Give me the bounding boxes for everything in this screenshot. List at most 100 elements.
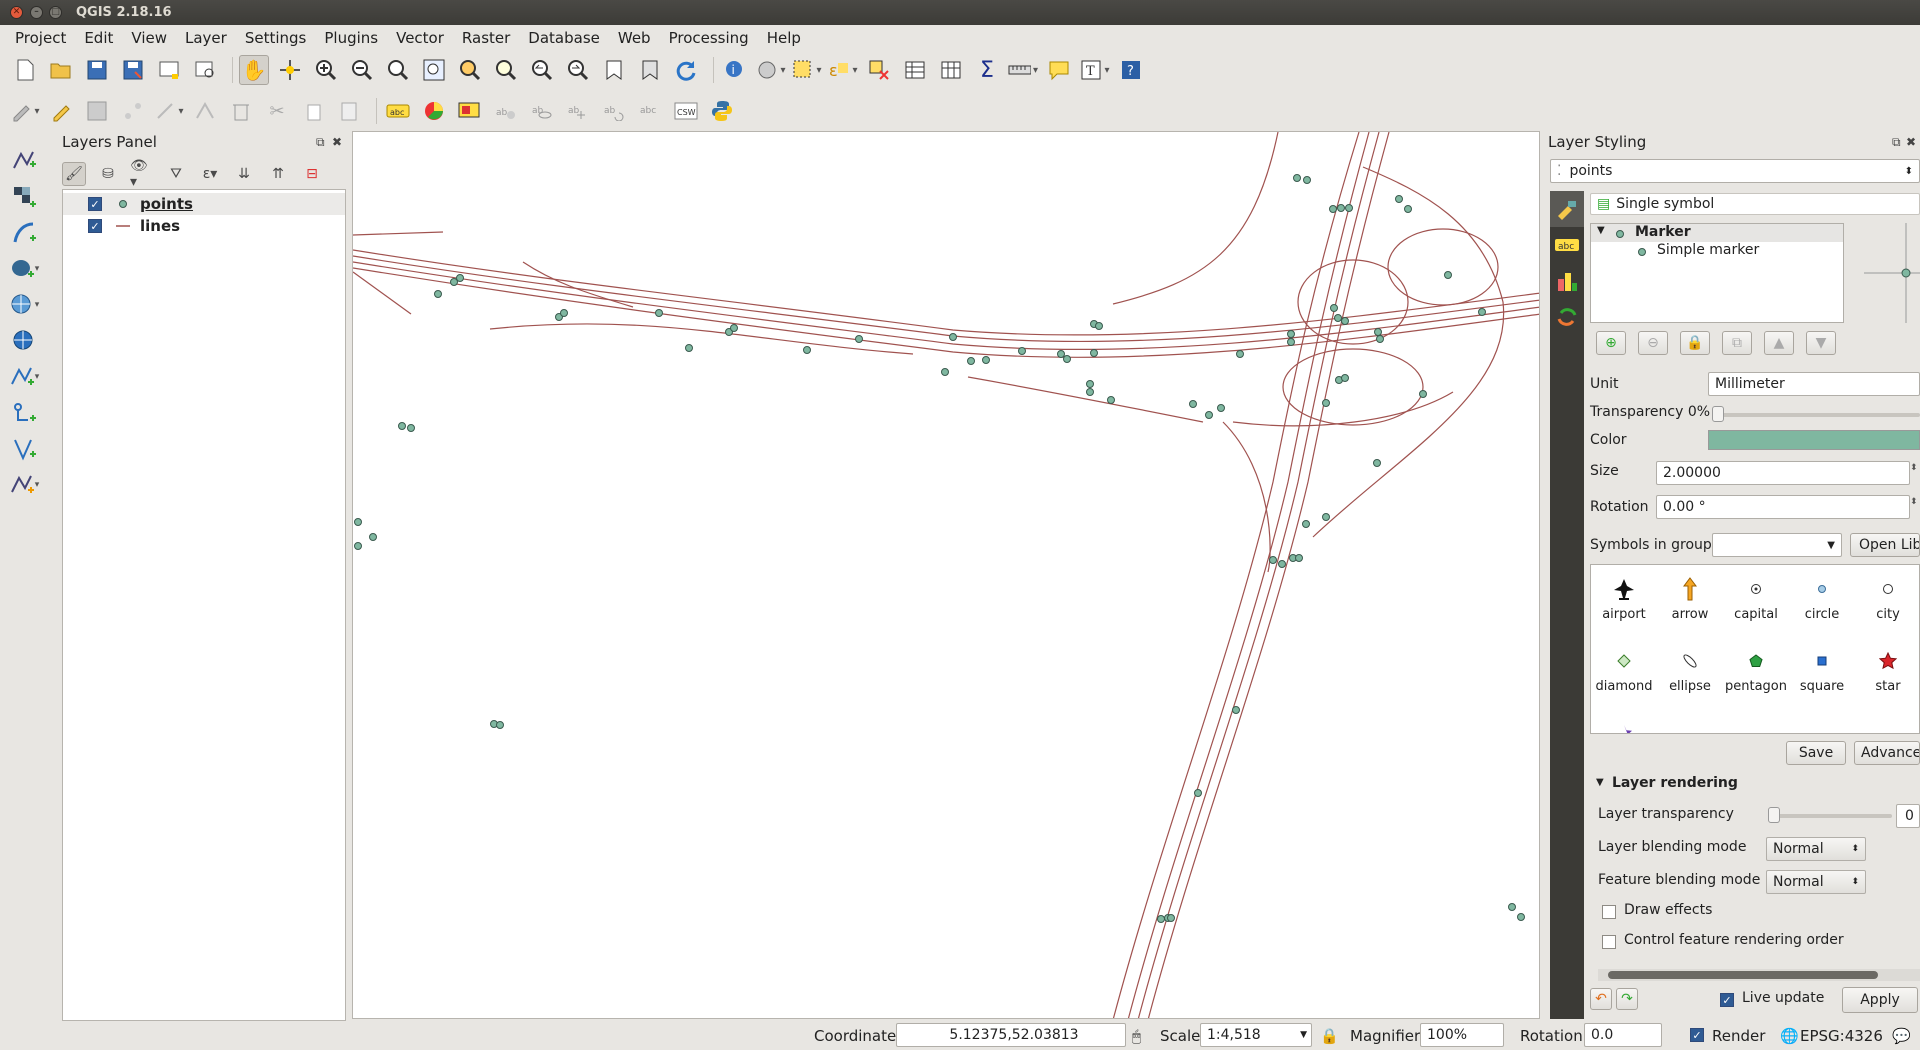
select-by-expression-icon[interactable]: ε ▾: [828, 55, 858, 85]
field-calculator-icon[interactable]: [936, 55, 966, 85]
layer-item-lines[interactable]: ✓ lines: [63, 215, 345, 237]
history-tab-icon[interactable]: [1550, 299, 1584, 335]
collapse-all-icon[interactable]: ⇈: [266, 162, 290, 186]
identify-features-icon[interactable]: i: [720, 55, 750, 85]
add-group-icon[interactable]: ⛁: [96, 162, 120, 186]
add-delimited-text-icon[interactable]: [6, 398, 42, 428]
add-postgis-layer-icon[interactable]: ▾: [6, 254, 42, 284]
menu-database[interactable]: Database: [519, 29, 609, 47]
layer-rendering-section[interactable]: ▼ Layer rendering: [1590, 775, 1920, 795]
remove-layer-icon[interactable]: ⊟: [300, 162, 324, 186]
panel-close-icon[interactable]: ✖: [332, 135, 342, 149]
magnifier-spinbox[interactable]: 100%: [1420, 1023, 1504, 1047]
tree-row-simple-marker[interactable]: Simple marker: [1591, 242, 1843, 260]
statistical-summary-icon[interactable]: Σ: [972, 55, 1002, 85]
delete-selected-icon[interactable]: [226, 96, 256, 126]
map-tips-icon[interactable]: [1044, 55, 1074, 85]
add-spatialite-layer-icon[interactable]: [6, 218, 42, 248]
symbology-tab-icon[interactable]: [1550, 191, 1584, 227]
rotation-spinbox[interactable]: 0.00 °: [1656, 495, 1910, 519]
layer-visibility-checkbox[interactable]: ✓: [88, 197, 102, 211]
open-library-button[interactable]: Open Lib: [1850, 533, 1920, 557]
toggle-extents-icon[interactable]: 🖱: [1132, 1027, 1141, 1045]
draw-effects-checkbox[interactable]: [1602, 905, 1616, 919]
menu-web[interactable]: Web: [609, 29, 660, 47]
change-label-icon[interactable]: abc: [635, 96, 665, 126]
node-tool-icon[interactable]: [190, 96, 220, 126]
show-bookmarks-icon[interactable]: [635, 55, 665, 85]
feature-blending-select[interactable]: Normal ⬍: [1766, 870, 1866, 894]
filter-by-expression-icon[interactable]: ε▾: [198, 162, 222, 186]
text-annotation-icon[interactable]: T ▾: [1080, 55, 1110, 85]
new-print-composer-icon[interactable]: [154, 55, 184, 85]
pan-to-selection-icon[interactable]: [275, 55, 305, 85]
current-edits-icon[interactable]: ▾: [10, 96, 40, 126]
add-raster-layer-icon[interactable]: [6, 182, 42, 212]
map-canvas[interactable]: [352, 131, 1540, 1019]
menu-edit[interactable]: Edit: [75, 29, 122, 47]
zoom-last-icon[interactable]: [527, 55, 557, 85]
save-as-icon[interactable]: [118, 55, 148, 85]
add-wcs-layer-icon[interactable]: [6, 326, 42, 356]
symbol-arrow[interactable]: arrow: [1657, 571, 1723, 643]
labels-tab-icon[interactable]: abc: [1550, 227, 1584, 263]
move-down-icon[interactable]: ▼: [1806, 331, 1836, 355]
horizontal-scrollbar[interactable]: [1598, 969, 1920, 981]
symbol-star[interactable]: star: [1855, 643, 1919, 715]
add-wfs-layer-icon[interactable]: ▾: [6, 362, 42, 392]
duplicate-layer-icon[interactable]: ⧉: [1722, 331, 1752, 355]
diagrams-tab-icon[interactable]: [1550, 263, 1584, 299]
symbol-capital[interactable]: capital: [1723, 571, 1789, 643]
move-label-icon[interactable]: ab: [563, 96, 593, 126]
paste-features-icon[interactable]: [334, 96, 364, 126]
show-hide-labels-icon[interactable]: ab: [527, 96, 557, 126]
layer-transparency-handle[interactable]: [1768, 807, 1780, 823]
spin-arrows-icon[interactable]: ⬍: [1910, 463, 1918, 473]
pan-map-icon[interactable]: ✋: [239, 55, 269, 85]
layer-transparency-spinbox[interactable]: 0: [1896, 804, 1920, 828]
save-symbol-button[interactable]: Save: [1786, 741, 1846, 765]
save-project-icon[interactable]: [82, 55, 112, 85]
menu-help[interactable]: Help: [758, 29, 810, 47]
rotation-spinbox[interactable]: 0.0: [1584, 1023, 1662, 1047]
symbol-square[interactable]: square: [1789, 643, 1855, 715]
menu-layer[interactable]: Layer: [176, 29, 236, 47]
filter-legend-icon[interactable]: ⛛: [164, 162, 188, 186]
layer-labeling-icon[interactable]: abc: [383, 96, 413, 126]
crs-label[interactable]: EPSG:4326: [1800, 1027, 1883, 1045]
lock-scale-icon[interactable]: 🔒: [1320, 1027, 1339, 1045]
save-layer-edits-icon[interactable]: [82, 96, 112, 126]
crs-globe-icon[interactable]: 🌐: [1780, 1027, 1799, 1045]
select-features-icon[interactable]: ▾: [792, 55, 822, 85]
zoom-native-icon[interactable]: [383, 55, 413, 85]
panel-float-icon[interactable]: ⧉: [1892, 135, 1901, 150]
menu-settings[interactable]: Settings: [236, 29, 316, 47]
window-maximize-icon[interactable]: □: [49, 6, 62, 19]
panel-close-icon[interactable]: ✖: [1906, 135, 1916, 149]
expand-all-icon[interactable]: ⇊: [232, 162, 256, 186]
new-shapefile-layer-icon[interactable]: ▾: [6, 470, 42, 500]
add-wms-layer-icon[interactable]: ▾: [6, 290, 42, 320]
window-minimize-icon[interactable]: –: [30, 6, 43, 19]
highlight-pinned-labels-icon[interactable]: [455, 96, 485, 126]
transparency-slider-handle[interactable]: [1712, 406, 1724, 422]
composer-manager-icon[interactable]: [190, 55, 220, 85]
zoom-out-icon[interactable]: [347, 55, 377, 85]
lock-layer-icon[interactable]: 🔒: [1680, 331, 1710, 355]
open-styling-panel-icon[interactable]: 🖌: [62, 162, 86, 186]
layer-select[interactable]: ⁚ points ⬍: [1550, 159, 1920, 183]
symbol-partial[interactable]: [1591, 715, 1657, 733]
new-project-icon[interactable]: [10, 55, 40, 85]
layer-blending-select[interactable]: Normal ⬍: [1766, 837, 1866, 861]
add-virtual-layer-icon[interactable]: [6, 434, 42, 464]
symbol-pentagon[interactable]: pentagon: [1723, 643, 1789, 715]
size-spinbox[interactable]: 2.00000: [1656, 461, 1910, 485]
new-bookmark-icon[interactable]: [599, 55, 629, 85]
refresh-icon[interactable]: [671, 55, 701, 85]
scrollbar-thumb[interactable]: [1608, 971, 1878, 979]
help-icon[interactable]: ?: [1116, 55, 1146, 85]
apply-button[interactable]: Apply: [1842, 987, 1918, 1013]
render-checkbox[interactable]: ✓: [1690, 1028, 1704, 1042]
zoom-in-icon[interactable]: [311, 55, 341, 85]
pin-labels-icon[interactable]: ab: [491, 96, 521, 126]
